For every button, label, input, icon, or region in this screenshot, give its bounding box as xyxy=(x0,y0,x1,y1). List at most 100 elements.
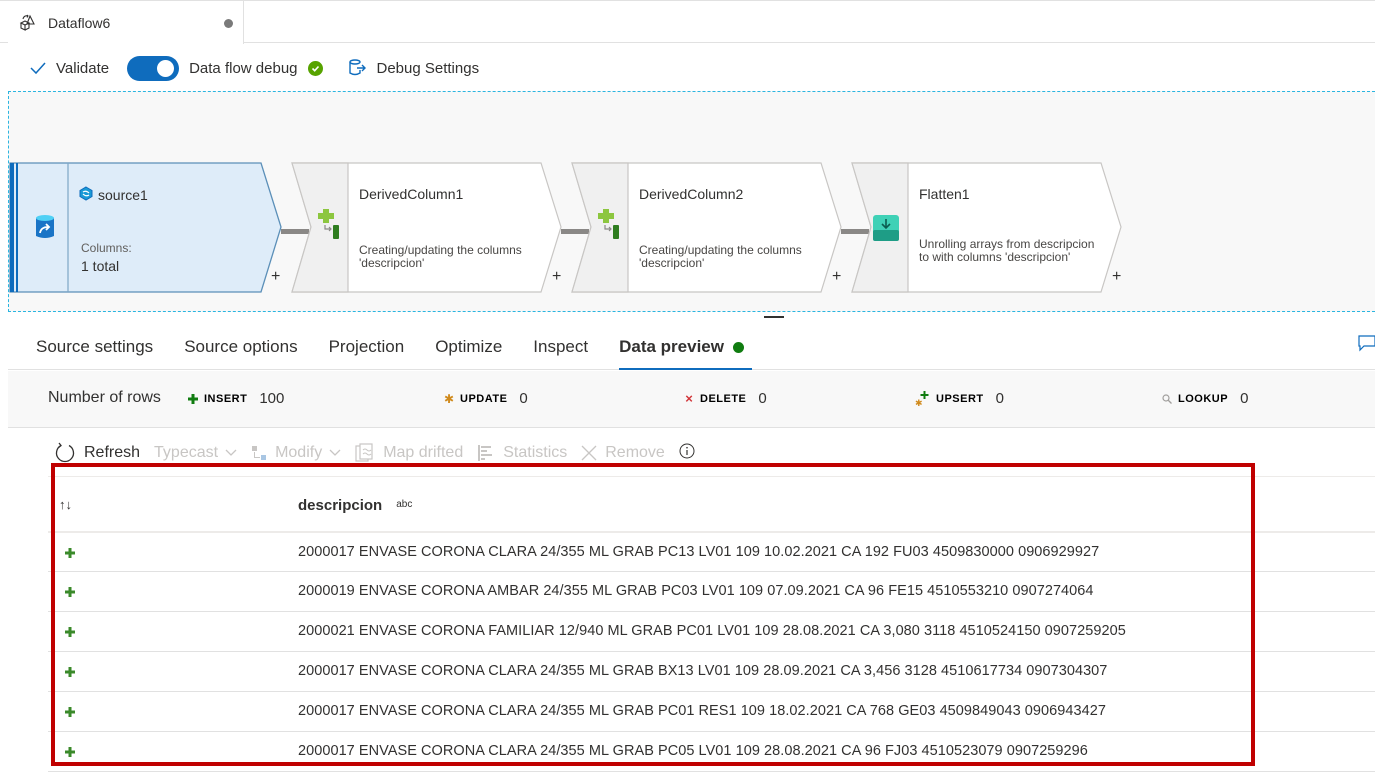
document-tab-bar: Dataflow6 xyxy=(0,0,1375,44)
debug-toggle-group: Data flow debug xyxy=(127,55,323,81)
tab-dataflow[interactable]: Dataflow6 xyxy=(8,1,244,44)
count-kind: INSERT xyxy=(204,392,248,405)
map-drifted-button[interactable]: Map drifted xyxy=(355,443,463,463)
info-button[interactable] xyxy=(679,443,695,464)
typecast-button[interactable]: Typecast xyxy=(154,444,237,462)
cell-descripcion: 2000017 ENVASE CORONA CLARA 24/355 ML GR… xyxy=(298,663,1108,679)
node-source1[interactable]: source1 Columns: 1 total + xyxy=(9,162,289,293)
modify-icon xyxy=(251,445,267,461)
map-drifted-label: Map drifted xyxy=(383,444,464,461)
count-kind: LOOKUP xyxy=(1178,392,1229,405)
cell-descripcion: 2000017 ENVASE CORONA CLARA 24/355 ML GR… xyxy=(298,743,1088,759)
remove-label: Remove xyxy=(605,444,665,461)
statistics-label: Statistics xyxy=(503,444,568,461)
tab-label: Inspect xyxy=(533,337,589,356)
refresh-button[interactable]: Refresh xyxy=(54,442,140,464)
debug-settings-button[interactable]: Debug Settings xyxy=(347,58,480,78)
sort-arrows-icon[interactable]: ↑↓ xyxy=(59,497,72,512)
dataflow-icon xyxy=(18,13,38,33)
statistics-icon xyxy=(477,444,495,462)
columns-label: Columns: xyxy=(81,241,132,255)
tab-source-settings[interactable]: Source settings xyxy=(36,337,153,369)
add-transform-plus-button[interactable]: + xyxy=(552,268,561,286)
count-kind: UPSERT xyxy=(936,392,984,405)
column-header-descripcion[interactable]: descripcion abc xyxy=(298,497,412,514)
statistics-button[interactable]: Statistics xyxy=(477,444,567,462)
validate-label: Validate xyxy=(56,59,110,77)
node-flatten1[interactable]: Flatten1 Unrolling arrays from descripci… xyxy=(849,162,1129,293)
count-kind: DELETE xyxy=(700,392,747,405)
map-drifted-icon xyxy=(355,443,375,463)
add-transform-plus-button[interactable]: + xyxy=(1112,268,1121,286)
table-row[interactable]: 2000017 ENVASE CORONA CLARA 24/355 ML GR… xyxy=(48,692,1375,732)
status-dot-icon xyxy=(732,341,744,353)
count-value: 100 xyxy=(259,390,285,407)
table-row[interactable]: 2000017 ENVASE CORONA CLARA 24/355 ML GR… xyxy=(48,732,1375,772)
debug-settings-label: Debug Settings xyxy=(376,59,480,77)
database-source-icon xyxy=(35,214,55,245)
count-value: 0 xyxy=(519,390,528,407)
feedback-chat-icon[interactable] xyxy=(1357,334,1375,357)
data-flow-debug-toggle[interactable] xyxy=(127,55,180,81)
debug-label: Data flow debug xyxy=(189,59,298,77)
command-bar: Validate Data flow debug Debug Settings xyxy=(0,44,1375,92)
node-title: source1 xyxy=(79,186,148,204)
tab-optimize[interactable]: Optimize xyxy=(435,337,502,369)
tab-inspect[interactable]: Inspect xyxy=(533,337,588,369)
column-name: descripcion xyxy=(298,497,383,514)
node-description: Creating/updating the columns 'descripci… xyxy=(359,243,522,270)
count-update: ✱ UPDATE 0 xyxy=(442,390,528,407)
refresh-label: Refresh xyxy=(84,444,141,461)
cell-descripcion: 2000019 ENVASE CORONA AMBAR 24/355 ML GR… xyxy=(298,583,1094,599)
remove-button[interactable]: Remove xyxy=(581,444,665,462)
table-row[interactable]: 2000021 ENVASE CORONA FAMILIAR 12/940 ML… xyxy=(48,612,1375,652)
tab-label: Source settings xyxy=(36,337,154,356)
unsaved-indicator xyxy=(224,19,233,28)
number-of-rows-label: Number of rows xyxy=(48,389,161,406)
close-icon xyxy=(581,445,597,461)
tab-label: Source options xyxy=(184,337,298,356)
toggle-knob xyxy=(157,59,175,77)
insert-plus-icon xyxy=(65,664,75,682)
checkmark-icon xyxy=(30,61,46,75)
count-value: 0 xyxy=(758,390,767,407)
column-type-badge: abc xyxy=(396,499,413,510)
tab-projection[interactable]: Projection xyxy=(329,337,405,369)
validate-button[interactable]: Validate xyxy=(30,60,109,77)
panel-resize-handle[interactable] xyxy=(764,316,784,318)
tab-label: Data preview xyxy=(619,337,724,356)
cell-descripcion: 2000021 ENVASE CORONA FAMILIAR 12/940 ML… xyxy=(298,623,1126,639)
node-title: DerivedColumn2 xyxy=(639,186,744,202)
add-transform-plus-button[interactable]: + xyxy=(271,268,280,286)
count-value: 0 xyxy=(1240,390,1249,407)
table-row[interactable]: 2000017 ENVASE CORONA CLARA 24/355 ML GR… xyxy=(48,652,1375,692)
grid-header-row: ↑↓ descripcion abc xyxy=(48,476,1375,532)
chevron-down-icon xyxy=(329,444,341,462)
refresh-icon xyxy=(54,442,76,464)
table-row[interactable]: 2000019 ENVASE CORONA AMBAR 24/355 ML GR… xyxy=(48,572,1375,612)
debug-settings-icon xyxy=(347,58,367,78)
preview-toolbar: Refresh Typecast Modify Map drifted Stat… xyxy=(54,440,709,466)
node-derivedcolumn1[interactable]: DerivedColumn1 Creating/updating the col… xyxy=(289,162,569,293)
tab-data-preview[interactable]: Data preview xyxy=(619,337,752,370)
count-upsert: ✱ UPSERT 0 xyxy=(914,390,1004,407)
node-title: Flatten1 xyxy=(919,186,970,202)
lookup-search-icon xyxy=(1160,393,1174,404)
derived-column-icon xyxy=(317,209,341,248)
tab-label: Projection xyxy=(328,337,405,356)
insert-plus-icon xyxy=(186,393,200,404)
cell-descripcion: 2000017 ENVASE CORONA CLARA 24/355 ML GR… xyxy=(298,544,1100,560)
flatten-icon xyxy=(872,214,900,247)
add-transform-plus-button[interactable]: + xyxy=(832,268,841,286)
count-value: 0 xyxy=(995,390,1004,407)
source-name: source1 xyxy=(98,187,148,203)
upsert-icon: ✱ xyxy=(914,390,932,407)
modify-button[interactable]: Modify xyxy=(251,444,341,462)
tab-source-options[interactable]: Source options xyxy=(184,337,297,369)
node-derivedcolumn2[interactable]: DerivedColumn2 Creating/updating the col… xyxy=(569,162,849,293)
dataflow-canvas[interactable]: source1 Columns: 1 total + DerivedColumn… xyxy=(8,91,1375,312)
dataset-hex-icon xyxy=(79,186,93,204)
info-icon xyxy=(679,443,695,464)
debug-status-check-icon xyxy=(307,60,323,76)
table-row[interactable]: 2000017 ENVASE CORONA CLARA 24/355 ML GR… xyxy=(48,532,1375,572)
